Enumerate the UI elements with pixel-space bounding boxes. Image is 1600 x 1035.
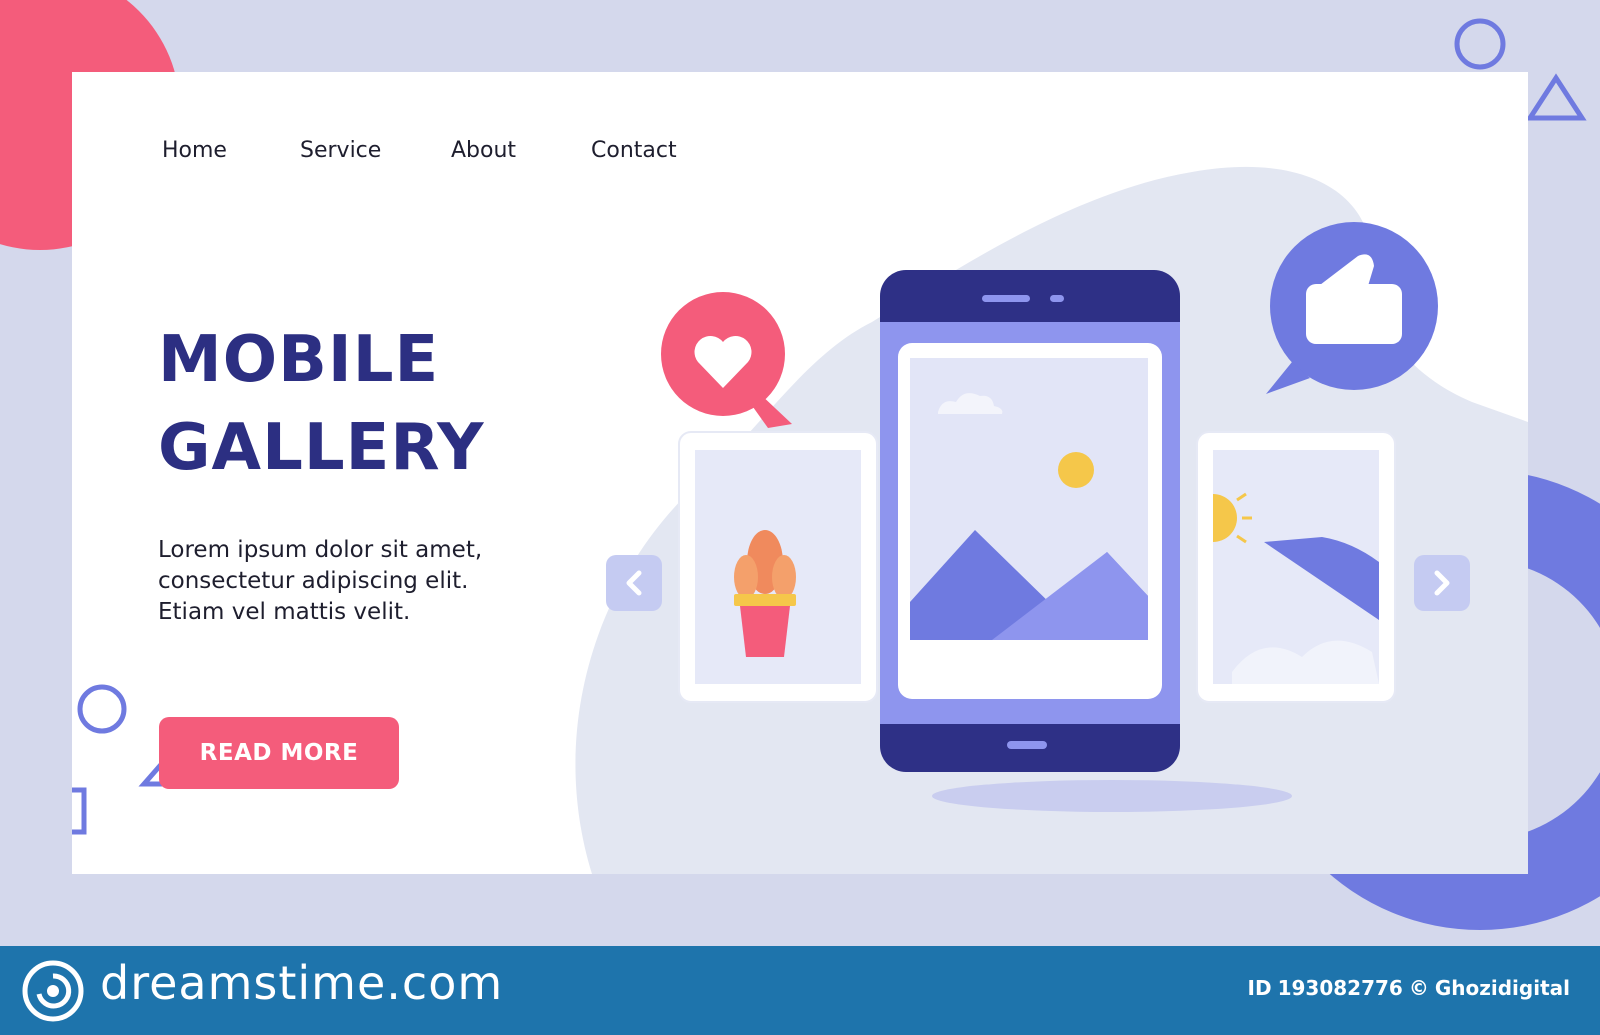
- nav-contact[interactable]: Contact: [591, 138, 677, 163]
- outline-square-shape: [72, 787, 87, 835]
- hero-description-line: consectetur adipiscing elit.: [158, 568, 469, 594]
- dreamstime-logo-icon: [22, 960, 84, 1022]
- footer-brand: dreamstime.com: [100, 956, 504, 1010]
- outline-circle-shape: [77, 684, 127, 734]
- speaker-slot: [982, 295, 1030, 302]
- hero-description-line: Etiam vel mattis velit.: [158, 599, 411, 625]
- footer-author: Ghozidigital: [1434, 976, 1570, 1000]
- hero-title: MOBILE GALLERY: [158, 316, 678, 492]
- phone-shadow: [932, 780, 1292, 812]
- hero-description: Lorem ipsum dolor sit amet, consectetur …: [158, 535, 578, 628]
- nav-home[interactable]: Home: [162, 138, 227, 163]
- outline-triangle-shape: [1525, 73, 1587, 121]
- nav-about[interactable]: About: [451, 138, 516, 163]
- smartphone: [880, 270, 1180, 772]
- gallery-prev-button[interactable]: [606, 555, 662, 611]
- hero-title-line: GALLERY: [158, 411, 485, 485]
- heart-bubble: [661, 292, 792, 428]
- landing-card: Home Service About Contact MOBILE GALLER…: [72, 72, 1528, 874]
- nav-service[interactable]: Service: [300, 138, 381, 163]
- mountain-landscape-icon: [910, 358, 1148, 640]
- watermark-footer: dreamstime.com ID 193082776 © Ghozidigital: [0, 946, 1600, 1035]
- hero-title-line: MOBILE: [158, 323, 440, 397]
- gallery-next-button[interactable]: [1414, 555, 1470, 611]
- home-indicator: [1007, 741, 1047, 749]
- read-more-button[interactable]: READ MORE: [159, 717, 399, 789]
- footer-id-number: 193082776: [1277, 976, 1403, 1000]
- footer-id-label: ID: [1247, 976, 1272, 1000]
- outline-circle-shape: [1454, 18, 1506, 70]
- right-gallery-card: [1196, 431, 1396, 703]
- hero-description-line: Lorem ipsum dolor sit amet,: [158, 537, 483, 563]
- footer-copyright: ©: [1408, 976, 1429, 1000]
- left-gallery-card: [678, 431, 878, 703]
- camera-dot: [1050, 295, 1064, 302]
- footer-credit: ID 193082776 © Ghozidigital: [1242, 976, 1570, 1000]
